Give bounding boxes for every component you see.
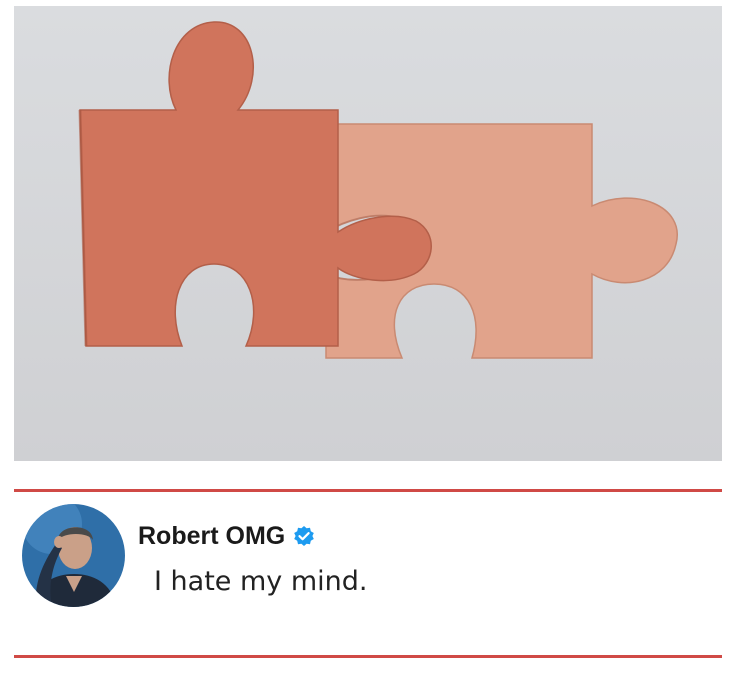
divider-bottom xyxy=(14,655,722,658)
puzzle-photo xyxy=(14,6,722,461)
post-text: I hate my mind. xyxy=(154,566,368,597)
puzzle-illustration xyxy=(14,6,722,461)
divider-top xyxy=(14,489,722,492)
post-header: Robert OMG xyxy=(138,516,315,556)
author-name[interactable]: Robert OMG xyxy=(138,522,285,551)
avatar[interactable] xyxy=(22,504,125,607)
verified-badge-icon xyxy=(293,525,315,547)
post-card: Robert OMG I hate my mind. xyxy=(14,494,722,654)
avatar-image xyxy=(22,504,125,607)
